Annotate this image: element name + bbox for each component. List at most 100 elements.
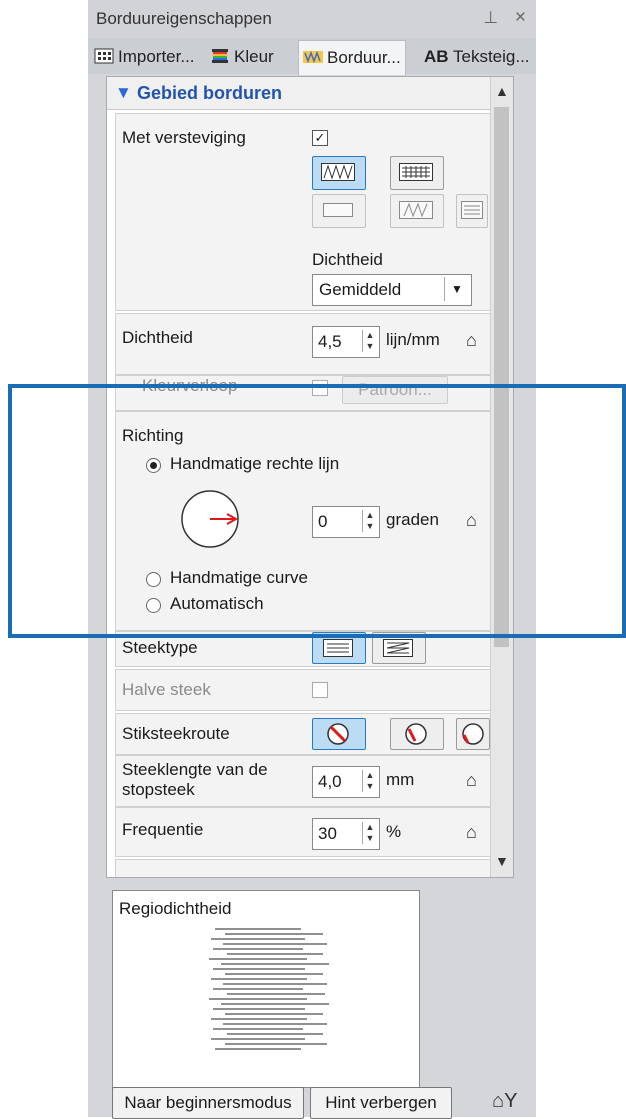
dichtheid-spinner[interactable]: 4,5 ▲ ▼ xyxy=(312,326,380,358)
route-option-3-button[interactable] xyxy=(456,718,490,750)
dichtheid-label: Dichtheid xyxy=(122,328,193,347)
route-option-1-button[interactable] xyxy=(312,718,366,750)
underlay-density-value: Gemiddeld xyxy=(319,280,402,299)
parallel-lines-icon xyxy=(461,201,483,219)
tab-import-label: Importer... xyxy=(118,47,195,66)
group-kleurverloop: Kleurverloop Patroon... xyxy=(115,375,491,411)
kleurverloop-checkbox[interactable] xyxy=(312,380,328,396)
kleurverloop-label: Kleurverloop xyxy=(142,376,238,395)
panel-title: Borduureigenschappen xyxy=(96,9,272,28)
richting-label: Richting xyxy=(122,426,184,445)
hide-hint-button[interactable]: Hint verbergen xyxy=(310,1087,452,1119)
scroll-down-icon[interactable]: ▼ xyxy=(495,853,509,869)
route-loop-icon xyxy=(462,723,484,745)
angle-unit: graden xyxy=(386,510,439,529)
vertical-scrollbar[interactable]: ▲ ▼ xyxy=(490,77,513,877)
beginner-mode-button[interactable]: Naar beginnersmodus xyxy=(112,1087,304,1119)
spin-arrows-icon[interactable]: ▲ ▼ xyxy=(362,770,377,792)
halve-steek-label: Halve steek xyxy=(122,680,211,699)
reset-default-icon[interactable]: ⌂ xyxy=(466,770,477,791)
spin-arrows-icon[interactable]: ▲ ▼ xyxy=(362,510,377,532)
dichtheid-value: 4,5 xyxy=(318,332,342,351)
tab-color-label: Kleur xyxy=(234,47,274,66)
underlay-zigzag-button[interactable] xyxy=(312,156,366,190)
section-header-gebied-borduren[interactable]: ▼ Gebied borduren xyxy=(107,77,513,110)
tab-text-label: Teksteig... xyxy=(452,47,530,66)
tab-color[interactable]: Kleur xyxy=(210,42,274,72)
group-cutoff xyxy=(115,859,491,877)
group-halve-steek: Halve steek xyxy=(115,669,491,711)
outline-stitch-icon xyxy=(323,203,353,217)
tab-embroidery-label: Borduur... xyxy=(327,48,401,67)
reset-default-icon[interactable]: ⌂ xyxy=(466,822,477,843)
embroidery-icon xyxy=(303,43,323,64)
dichtheid-unit: lijn/mm xyxy=(386,330,440,349)
frequentie-spinner[interactable]: 30 ▲ ▼ xyxy=(312,818,380,850)
steeklengte-spinner[interactable]: 4,0 ▲ ▼ xyxy=(312,766,380,798)
steeklengte-label-1: Steeklengte van de xyxy=(122,760,268,779)
steeklengte-unit: mm xyxy=(386,770,415,789)
group-versteviging: Met versteviging ✓ Dichtheid Gemiddeld ▼ xyxy=(115,113,491,311)
route-option-2-button[interactable] xyxy=(390,718,444,750)
reset-default-icon[interactable]: ⌂ xyxy=(466,330,477,351)
stiksteekroute-label: Stiksteekroute xyxy=(122,724,230,743)
group-dichtheid: Dichtheid 4,5 ▲ ▼ lijn/mm ⌂ xyxy=(115,313,491,375)
radio-manual-curve[interactable] xyxy=(146,572,161,587)
pin-icon[interactable]: ⊥ xyxy=(483,8,498,28)
parallel-lines-icon xyxy=(323,639,353,657)
grid-stitch-icon xyxy=(399,163,433,181)
frequentie-label: Frequentie xyxy=(122,820,204,839)
underlay-parallel-button[interactable] xyxy=(456,194,488,228)
angle-spinner[interactable]: 0 ▲ ▼ xyxy=(312,506,380,538)
radio-automatic[interactable] xyxy=(146,598,161,613)
steeklengte-value: 4,0 xyxy=(318,772,342,791)
frequentie-value: 30 xyxy=(318,824,337,843)
halve-steek-checkbox[interactable] xyxy=(312,682,328,698)
zigzag-fill-icon xyxy=(383,639,413,657)
angle-value: 0 xyxy=(318,512,328,531)
group-frequentie: Frequentie 30 ▲ ▼ % ⌂ xyxy=(115,807,491,857)
zigzag-italic-icon xyxy=(399,201,433,219)
spin-arrows-icon[interactable]: ▲ ▼ xyxy=(362,330,377,352)
underlay-zigzag-italic-button[interactable] xyxy=(390,194,444,228)
chevron-down-icon[interactable]: ▼ xyxy=(444,277,469,301)
stitch-type-parallel-button[interactable] xyxy=(312,632,366,664)
spin-arrows-icon[interactable]: ▲ ▼ xyxy=(362,822,377,844)
route-loop-icon xyxy=(327,723,349,745)
stitch-type-zigzag-button[interactable] xyxy=(372,632,426,664)
density-preview-stitches xyxy=(209,928,329,1050)
reset-all-icon[interactable]: ⌂Y xyxy=(492,1090,517,1113)
scroll-thumb[interactable] xyxy=(494,107,509,647)
tab-import[interactable]: Importer... xyxy=(94,42,195,72)
properties-panel: Borduureigenschappen ⊥ × Importer... Kle… xyxy=(88,0,536,1119)
section-title: Gebied borduren xyxy=(137,83,283,103)
versteviging-checkbox[interactable]: ✓ xyxy=(312,130,328,146)
versteviging-label: Met versteviging xyxy=(122,128,246,147)
radio-straight-line[interactable] xyxy=(146,458,161,473)
frequentie-unit: % xyxy=(386,822,402,841)
tab-embroidery[interactable]: Borduur... xyxy=(298,40,406,75)
tab-text-properties[interactable]: AB Teksteig... xyxy=(424,42,530,72)
reset-default-icon[interactable]: ⌂ xyxy=(466,510,477,531)
underlay-grid-button[interactable] xyxy=(390,156,444,190)
radio-straight-line-label: Handmatige rechte lijn xyxy=(170,454,340,473)
import-icon xyxy=(94,44,114,64)
collapse-triangle-icon[interactable]: ▼ xyxy=(115,83,132,103)
radio-automatic-label: Automatisch xyxy=(170,594,264,613)
direction-dial-icon[interactable] xyxy=(176,486,244,552)
steeklengte-label-2: stopsteek xyxy=(122,780,195,799)
group-steeklengte: Steeklengte van de stopsteek 4,0 ▲ ▼ mm ⌂ xyxy=(115,755,491,807)
pattern-button[interactable]: Patroon... xyxy=(342,376,448,404)
underlay-density-select[interactable]: Gemiddeld ▼ xyxy=(312,274,472,306)
route-loop-icon xyxy=(405,723,427,745)
close-icon[interactable]: × xyxy=(515,7,526,29)
zigzag-stitch-icon xyxy=(321,163,355,181)
density-preview: Regiodichtheid xyxy=(112,890,420,1088)
steektype-label: Steektype xyxy=(122,638,198,657)
underlay-outline-button[interactable] xyxy=(312,194,366,228)
preview-title: Regiodichtheid xyxy=(119,899,232,918)
scroll-up-icon[interactable]: ▲ xyxy=(495,83,509,99)
panel-titlebar: Borduureigenschappen ⊥ × xyxy=(88,0,536,38)
group-steektype: Steektype xyxy=(115,631,491,667)
tab-bar: Importer... Kleur Borduur... AB Teksteig… xyxy=(88,38,536,75)
